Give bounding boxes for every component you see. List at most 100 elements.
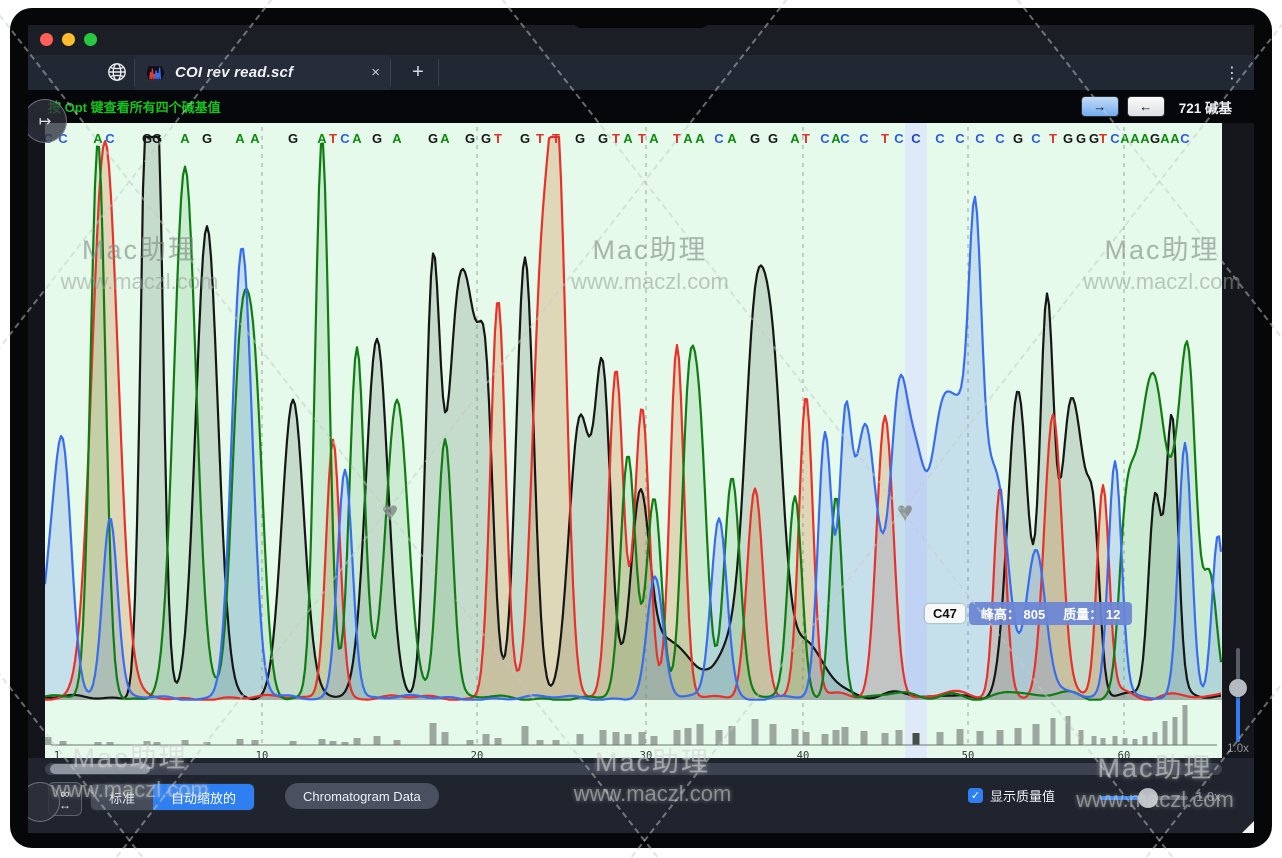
sequence-base: G <box>1063 131 1073 146</box>
sequence-base: G <box>152 131 162 146</box>
next-base-button[interactable]: → <box>1081 96 1119 117</box>
ruler-tick-label: 60 <box>1118 750 1131 758</box>
base-count-label: 721 碱基 <box>1179 97 1232 117</box>
close-traffic-light[interactable] <box>40 33 53 46</box>
quality-bar <box>833 730 840 745</box>
quality-bar <box>1066 716 1071 745</box>
quality-bar <box>729 726 736 745</box>
quality-bar <box>330 741 337 745</box>
sequence-base: G <box>768 131 778 146</box>
quality-bar <box>45 737 52 745</box>
left-gutter <box>28 123 45 758</box>
ruler-tick-label: 10 <box>256 750 269 758</box>
quality-bar <box>1163 721 1168 745</box>
quality-bar <box>639 732 646 745</box>
scale-standard-option[interactable]: 标准 <box>91 784 153 810</box>
quality-bar <box>430 723 437 745</box>
show-quality-checkbox[interactable]: ✓ <box>968 788 983 803</box>
sequence-base: A <box>1120 131 1130 146</box>
quality-bar <box>625 734 632 745</box>
app-window: COI rev read.scf × + ⋮ 按 Opt 键查看所有四个碱基值 … <box>28 25 1254 833</box>
quality-bar <box>997 730 1004 745</box>
tab-close-icon[interactable]: × <box>371 64 380 81</box>
quality-bar <box>651 736 658 745</box>
quality-bar <box>374 736 381 745</box>
vertical-zoom-label: 1.0x <box>1222 743 1254 755</box>
quality-bar <box>1033 724 1040 745</box>
sequence-base: C <box>714 131 724 146</box>
sequence-base: A <box>180 131 190 146</box>
quality-bar <box>1015 728 1022 745</box>
tab-title: COI rev read.scf <box>175 64 293 81</box>
horizontal-scrollbar-thumb[interactable] <box>50 764 150 774</box>
sequence-base: C <box>859 131 869 146</box>
quality-bar <box>354 738 361 745</box>
sequence-base: A <box>352 131 362 146</box>
window-resize-grip[interactable] <box>1242 821 1254 833</box>
sequence-base: G <box>372 131 382 146</box>
chromatogram-panel[interactable]: 1102030405060CCACGGAGAAGATCAGAGAGGTGTTGG… <box>45 123 1222 758</box>
quality-bar <box>803 732 810 745</box>
sequence-base: T <box>673 131 681 146</box>
chromatogram-data-button[interactable]: Chromatogram Data <box>285 783 439 809</box>
quality-bar <box>319 739 326 745</box>
sequence-base: G <box>481 131 491 146</box>
quality-bar <box>1051 718 1056 745</box>
overflow-menu-icon[interactable]: ⋮ <box>1224 55 1240 90</box>
quality-bar <box>60 741 67 745</box>
sequence-base: G <box>288 131 298 146</box>
tab-bar: COI rev read.scf × + ⋮ <box>28 55 1254 91</box>
sequence-base: G <box>1150 131 1160 146</box>
sequence-base: T <box>638 131 646 146</box>
sequence-base: A <box>1170 131 1180 146</box>
zoom-traffic-light[interactable] <box>84 33 97 46</box>
show-quality-label: 显示质量值 <box>990 786 1055 805</box>
quality-bar <box>1153 732 1158 745</box>
sequence-base: G <box>1089 131 1099 146</box>
heart-watermark-icon: ♥ <box>897 496 914 527</box>
ruler-tick-label: 40 <box>797 750 810 758</box>
globe-icon[interactable] <box>106 61 128 83</box>
sequence-base: A <box>392 131 402 146</box>
sequence-base: T <box>552 131 560 146</box>
ruler-tick-label: 1 <box>54 750 60 758</box>
quality-bar <box>1133 739 1138 745</box>
sequence-base: C <box>820 131 830 146</box>
scale-mode-segmented-control: 标准 自动缩放的 <box>90 783 255 811</box>
minimize-traffic-light[interactable] <box>62 33 75 46</box>
sequence-base: C <box>105 131 115 146</box>
sequence-base: G <box>598 131 608 146</box>
quality-bar <box>483 734 490 745</box>
new-tab-button[interactable]: + <box>398 55 438 90</box>
sequence-base: G <box>142 131 152 146</box>
quality-bar <box>882 733 889 745</box>
horizontal-arrows-icon: ↔ <box>59 799 71 811</box>
tooltip-values: 峰高： 805 质量： 12 <box>969 602 1132 625</box>
sequence-base: T <box>536 131 544 146</box>
sequence-base: A <box>235 131 245 146</box>
previous-base-button[interactable]: ← <box>1127 96 1165 117</box>
scale-auto-option[interactable]: 自动缩放的 <box>153 784 254 810</box>
quality-bar <box>442 732 449 745</box>
title-bar <box>28 25 1254 55</box>
tooltip-peak: 峰高： 805 <box>981 604 1045 623</box>
quality-bar <box>1101 738 1106 745</box>
sequence-base: A <box>695 131 705 146</box>
quality-bar <box>752 719 759 745</box>
sequence-base: T <box>802 131 810 146</box>
quality-bar <box>467 740 474 745</box>
horizontal-zoom-thumb[interactable] <box>1138 788 1158 808</box>
vertical-zoom-thumb[interactable] <box>1229 679 1247 697</box>
heart-watermark-icon: ♥ <box>382 496 399 527</box>
horizontal-scrollbar[interactable] <box>45 763 1222 775</box>
quality-bar <box>577 734 584 745</box>
horizontal-zoom-slider[interactable] <box>1100 796 1188 800</box>
ruler-tick-label: 50 <box>962 750 975 758</box>
sequence-base: G <box>520 131 530 146</box>
tab-coi-rev-read[interactable]: COI rev read.scf × <box>135 55 390 90</box>
quality-bar <box>937 732 944 745</box>
quality-bar <box>537 740 544 745</box>
quality-bar <box>237 739 244 745</box>
quality-bar <box>1092 736 1097 745</box>
sequence-base: A <box>1160 131 1170 146</box>
